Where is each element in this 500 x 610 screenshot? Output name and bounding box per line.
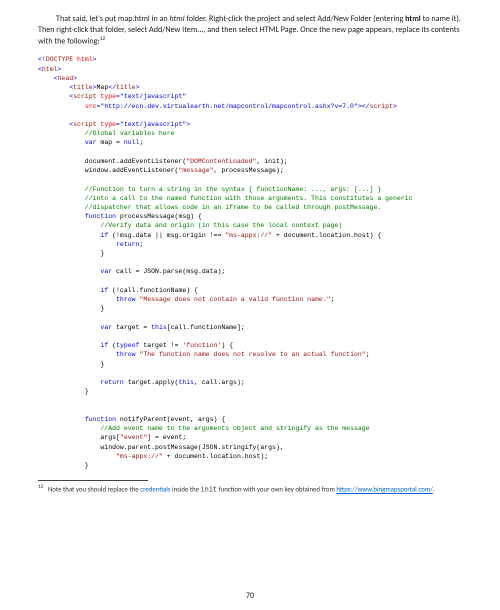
intro-bold: html [405,14,421,24]
footnote: 12 Note that you should replace the cred… [38,484,462,494]
intro-italic: html [170,14,185,24]
footnote-period: . [433,486,435,494]
code-block: <!DOCTYPE html> <html> <head> <title>Map… [38,55,462,470]
footnote-text3: function with your own key obtained from [217,486,336,494]
footnote-separator [38,480,148,481]
intro-paragraph: That said, let's put map.html in an html… [38,14,462,47]
footnote-mono: init [201,486,217,494]
footnote-link[interactable]: https://www.bingmapsportal.com/ [336,486,432,494]
intro-mid1: folder. Right-click the project and sele… [185,14,406,24]
page-number: 70 [0,591,500,602]
footnote-credentials: credentials [140,486,170,494]
footnote-text2: inside the [170,486,200,494]
footnote-text1: Note that you should replace the [46,486,140,494]
footnote-marker: 12 [38,484,43,490]
intro-sup: 12 [100,36,106,42]
intro-lead: That said, let's put map.html in an [56,14,170,24]
